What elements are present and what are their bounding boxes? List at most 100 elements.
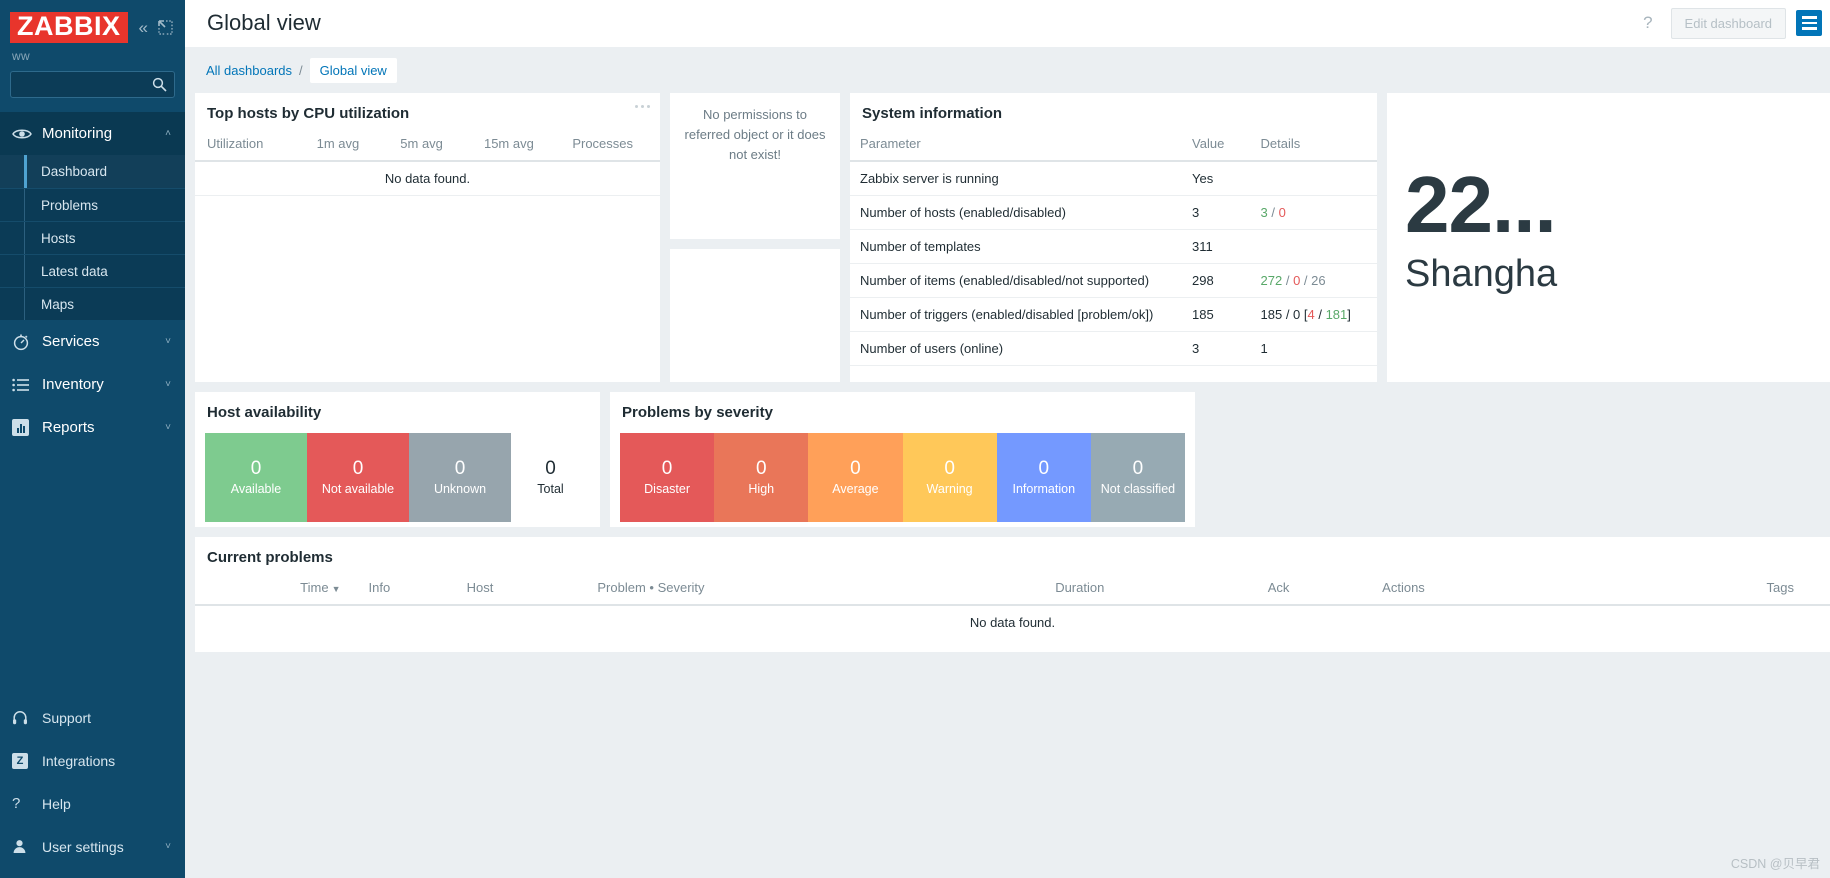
sidebar-item-monitoring[interactable]: Monitoring ˄ xyxy=(0,112,185,155)
widget-host-availability-title: Host availability xyxy=(207,404,322,421)
table-header-row: Parameter Value Details xyxy=(850,130,1377,162)
search-icon[interactable] xyxy=(152,77,167,97)
help-icon[interactable]: ? xyxy=(1643,13,1652,33)
user-icon xyxy=(12,839,42,854)
question-icon: ? xyxy=(12,795,21,812)
sysinfo-value: 298 xyxy=(1182,263,1251,298)
host-tile-available[interactable]: 0 Available xyxy=(205,433,307,522)
col-duration[interactable]: Duration xyxy=(1045,574,1258,606)
top-hosts-no-data: No data found. xyxy=(195,161,660,196)
sidebar-logo-row: ZABBIX « xyxy=(10,10,175,43)
table-row-empty: No data found. xyxy=(195,161,660,196)
sidebar-item-maps[interactable]: Maps xyxy=(0,287,185,320)
system-information-table: Parameter Value Details Zabbix server is… xyxy=(850,130,1377,366)
chevron-down-icon-inventory[interactable]: ˅ xyxy=(165,379,171,390)
problems-severity-tiles: 0 Disaster 0 High 0 Average 0 Warning 0 … xyxy=(610,429,1195,522)
col-processes[interactable]: Processes xyxy=(562,130,660,162)
host-tile-not-available[interactable]: 0 Not available xyxy=(307,433,409,522)
watermark: CSDN @贝早君 xyxy=(1730,857,1820,871)
ellipsis-icon[interactable] xyxy=(635,105,650,108)
sidebar-item-help-label: Help xyxy=(42,795,71,812)
sidebar-item-inventory-label: Inventory xyxy=(42,376,104,393)
severity-tile-information[interactable]: 0 Information xyxy=(996,433,1091,522)
zabbix-z-glyph: Z xyxy=(12,752,28,769)
sidebar-header: ZABBIX « ww xyxy=(0,0,200,98)
sidebar-item-integrations-label: Integrations xyxy=(42,752,116,769)
severity-tile-warning[interactable]: 0 Warning xyxy=(902,433,997,522)
widget-no-permissions: No permissions to referred object or it … xyxy=(670,93,840,239)
chevrons-left-icon[interactable]: « xyxy=(139,19,148,36)
chevron-up-icon[interactable]: ˄ xyxy=(165,128,171,139)
headset-icon xyxy=(12,710,42,726)
col-15m-avg[interactable]: 15m avg xyxy=(473,130,563,162)
table-row: Number of hosts (enabled/disabled) 3 3 /… xyxy=(850,195,1377,230)
sidebar-item-services[interactable]: Services ˅ xyxy=(0,320,185,363)
chevron-down-icon-reports[interactable]: ˅ xyxy=(165,422,171,433)
host-tile-total[interactable]: 0 Total xyxy=(511,433,590,522)
main-area: Global view ? Edit dashboard All dashboa… xyxy=(185,0,1830,878)
col-info[interactable]: Info xyxy=(358,574,457,606)
col-1m-avg[interactable]: 1m avg xyxy=(306,130,391,162)
severity-tile-average[interactable]: 0 Average xyxy=(808,433,903,522)
breadcrumb-all-dashboards[interactable]: All dashboards xyxy=(206,63,292,78)
zabbix-logo[interactable]: ZABBIX xyxy=(10,12,128,43)
table-row: Number of templates 311 xyxy=(850,229,1377,264)
sidebar-item-help[interactable]: ? Help xyxy=(0,782,185,825)
sidebar-item-integrations[interactable]: Z Integrations xyxy=(0,739,185,782)
sidebar-header-icons: « xyxy=(139,19,175,36)
table-header-row: Utilization 1m avg 5m avg 15m avg Proces… xyxy=(195,130,660,162)
sidebar-item-dashboard[interactable]: Dashboard xyxy=(0,155,185,188)
edit-dashboard-button[interactable]: Edit dashboard xyxy=(1670,7,1786,39)
sidebar-item-latest-data-label: Latest data xyxy=(41,263,108,279)
sidebar-item-latest-data[interactable]: Latest data xyxy=(0,254,185,287)
sysinfo-parameter: Number of templates xyxy=(850,229,1183,264)
severity-tile-not-classified[interactable]: 0 Not classified xyxy=(1090,433,1186,522)
tile-label: Warning xyxy=(926,481,973,496)
widget-row-1: Top hosts by CPU utilization Utilization… xyxy=(195,93,1830,382)
breadcrumb: All dashboards / Global view xyxy=(185,47,1830,93)
col-utilization[interactable]: Utilization xyxy=(195,130,307,162)
tile-label: Total xyxy=(537,481,564,496)
breadcrumb-current[interactable]: Global view xyxy=(309,58,397,83)
sidebar-item-problems[interactable]: Problems xyxy=(0,188,185,221)
sidebar-item-support[interactable]: Support xyxy=(0,696,185,739)
sidebar: ZABBIX « ww Monitoring ˄ Dashboard Probl… xyxy=(0,0,200,878)
tile-count: 0 xyxy=(454,458,466,480)
sysinfo-details: 185 / 0 [4 / 181] xyxy=(1250,297,1377,332)
col-time[interactable]: Time ▼ xyxy=(195,574,359,606)
tile-count: 0 xyxy=(1132,458,1144,480)
sidebar-item-user-settings[interactable]: User settings ˅ xyxy=(0,825,185,868)
clock-timezone: Shangha xyxy=(1405,253,1558,295)
search-input[interactable] xyxy=(11,77,200,92)
hamburger-icon[interactable] xyxy=(1796,10,1822,36)
col-5m-avg[interactable]: 5m avg xyxy=(390,130,474,162)
chevron-down-icon-user-settings[interactable]: ˅ xyxy=(165,841,171,852)
col-problem-severity[interactable]: Problem • Severity xyxy=(587,574,1046,606)
col-tags[interactable]: Tags xyxy=(1568,574,1830,606)
sysinfo-details: 1 xyxy=(1250,331,1377,366)
top-hosts-table: Utilization 1m avg 5m avg 15m avg Proces… xyxy=(195,130,660,196)
col-actions[interactable]: Actions xyxy=(1372,574,1569,606)
stopwatch-icon xyxy=(12,333,42,351)
col-host[interactable]: Host xyxy=(456,574,588,606)
col-ack[interactable]: Ack xyxy=(1257,574,1373,606)
sort-desc-icon: ▼ xyxy=(331,584,341,594)
sysinfo-parameter: Zabbix server is running xyxy=(850,161,1183,196)
severity-tile-disaster[interactable]: 0 Disaster xyxy=(620,433,715,522)
sysinfo-details: 3 / 0 xyxy=(1250,195,1377,230)
sidebar-item-services-label: Services xyxy=(42,333,100,350)
sidebar-item-inventory[interactable]: Inventory ˅ xyxy=(0,363,185,406)
sidebar-item-user-settings-label: User settings xyxy=(42,838,124,855)
chevron-down-icon-services[interactable]: ˅ xyxy=(165,336,171,347)
search-box[interactable] xyxy=(10,71,200,98)
app-root: ZABBIX « ww Monitoring ˄ Dashboard Probl… xyxy=(0,0,1830,878)
expand-icon[interactable] xyxy=(158,20,173,35)
tile-count: 0 xyxy=(755,458,767,480)
page-title: Global view xyxy=(207,10,321,35)
sysinfo-details: 272 / 0 / 26 xyxy=(1250,263,1377,298)
widget-empty xyxy=(670,249,840,382)
sidebar-item-hosts[interactable]: Hosts xyxy=(0,221,185,254)
host-tile-unknown[interactable]: 0 Unknown xyxy=(409,433,511,522)
sidebar-item-reports[interactable]: Reports ˅ xyxy=(0,406,185,449)
severity-tile-high[interactable]: 0 High xyxy=(714,433,809,522)
